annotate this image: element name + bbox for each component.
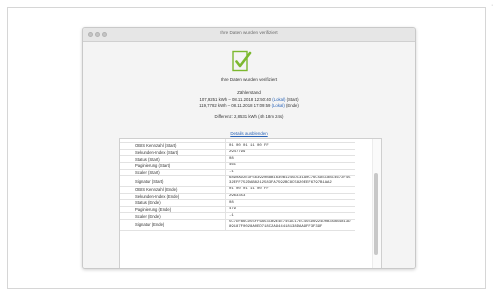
detail-value: 08 <box>225 199 355 207</box>
detail-label: Signatur (Ende) <box>120 219 226 231</box>
detail-row: OBIS Kennzahl (Ende) 01 00 01 11 00 FF <box>120 186 355 194</box>
detail-value: 01 00 01 11 00 FF <box>225 186 355 194</box>
end-reading-suffix: (Ende) <box>285 103 299 108</box>
app-window: Ihre Daten wurden verifiziert Ihre Daten… <box>82 27 416 269</box>
detail-value: 2947799 <box>225 149 355 157</box>
scrollbar-thumb[interactable] <box>374 173 378 255</box>
detail-label: OBIS Kennzahl (Start) <box>120 142 226 150</box>
corner-mark-icon: · <box>491 2 494 9</box>
detail-value: 461 <box>225 162 355 170</box>
end-reading-value: 119,7782 kWh – 08.11.2018 17:09:59 <box>199 103 271 108</box>
meter-reading-heading: Zählerstand <box>237 90 261 95</box>
detail-row: Status (Start) 08 <box>120 155 355 163</box>
detail-value: 2963353 <box>225 193 355 201</box>
end-reading-tag: (Lokal) <box>271 103 285 108</box>
detail-row: Signatur (Ende) 5C7DFB6CD55FF6A53CB9E4E74… <box>120 219 355 231</box>
detail-label: Status (Start) <box>120 155 226 163</box>
start-reading: 107,9251 kWh – 08.11.2018 12:50:40 (Loka… <box>83 97 415 102</box>
detail-value: 5C7DFB6CD55FF6A53CB9E4E7459C17EC455D6924… <box>225 219 355 231</box>
title-bar[interactable]: Ihre Daten wurden verifiziert <box>83 28 415 42</box>
detail-label: Scaler (Start) <box>120 169 226 177</box>
detail-row: Sekunden-Index (Start) 2947799 <box>120 149 355 157</box>
detail-label: Sekunden-Index (Ende) <box>120 193 226 201</box>
detail-value: 01 00 01 11 00 FF <box>225 142 355 150</box>
detail-label: Paginierung (Ende) <box>120 206 226 214</box>
detail-label: OBIS Kennzahl (Ende) <box>120 186 226 194</box>
window-content: Ihre Daten wurden verifiziert Zählerstan… <box>83 42 415 268</box>
detail-label: Signatur (Start) <box>120 175 226 187</box>
detail-value: 6890AD2E3F563920B8B1630B1245DC31A0C76C5A… <box>225 175 355 187</box>
end-reading: 119,7782 kWh – 08.11.2018 17:09:59 (Loka… <box>83 103 415 108</box>
detail-value: 479 <box>225 206 355 214</box>
detail-label: Status (Ende) <box>120 199 226 207</box>
detail-label: Paginierung (Start) <box>120 162 226 170</box>
verification-message: Ihre Daten wurden verifiziert <box>220 77 278 82</box>
window-title: Ihre Daten wurden verifiziert <box>220 30 278 35</box>
detail-value: 08 <box>225 155 355 163</box>
detail-row: OBIS Kennzahl (Start) 01 00 01 11 00 FF <box>120 142 355 150</box>
hide-details-link[interactable]: Details ausblenden <box>83 131 415 136</box>
detail-label: Scaler (Ende) <box>120 212 226 220</box>
start-reading-suffix: (Start) <box>286 97 299 102</box>
start-reading-value: 107,9251 kWh – 08.11.2018 12:50:40 <box>199 97 272 102</box>
detail-row: Status (Ende) 08 <box>120 199 355 207</box>
details-panel[interactable]: 472B01792BA9B51 OBIS Kennzahl (Start) 01 0… <box>119 138 382 268</box>
detail-row: Sekunden-Index (Ende) 2963353 <box>120 193 355 201</box>
detail-label: Sekunden-Index (Start) <box>120 149 226 157</box>
detail-row: Scaler (Start) -1 <box>120 169 355 177</box>
details-table: 472B01792BA9B51 OBIS Kennzahl (Start) 01 0… <box>120 139 355 231</box>
start-reading-tag: (Lokal) <box>272 97 286 102</box>
detail-row: Paginierung (Start) 461 <box>120 162 355 170</box>
detail-value: -1 <box>225 212 355 220</box>
detail-row: Scaler (Ende) -1 <box>120 212 355 220</box>
consumption-difference: Differenz: 2,8531 kWh (4h 18m 24s) <box>214 114 284 119</box>
detail-row: Signatur (Start) 6890AD2E3F563920B8B1630B… <box>120 175 355 187</box>
detail-row: Paginierung (Ende) 479 <box>120 206 355 214</box>
detail-value: -1 <box>225 169 355 177</box>
verified-check-icon <box>232 50 252 72</box>
